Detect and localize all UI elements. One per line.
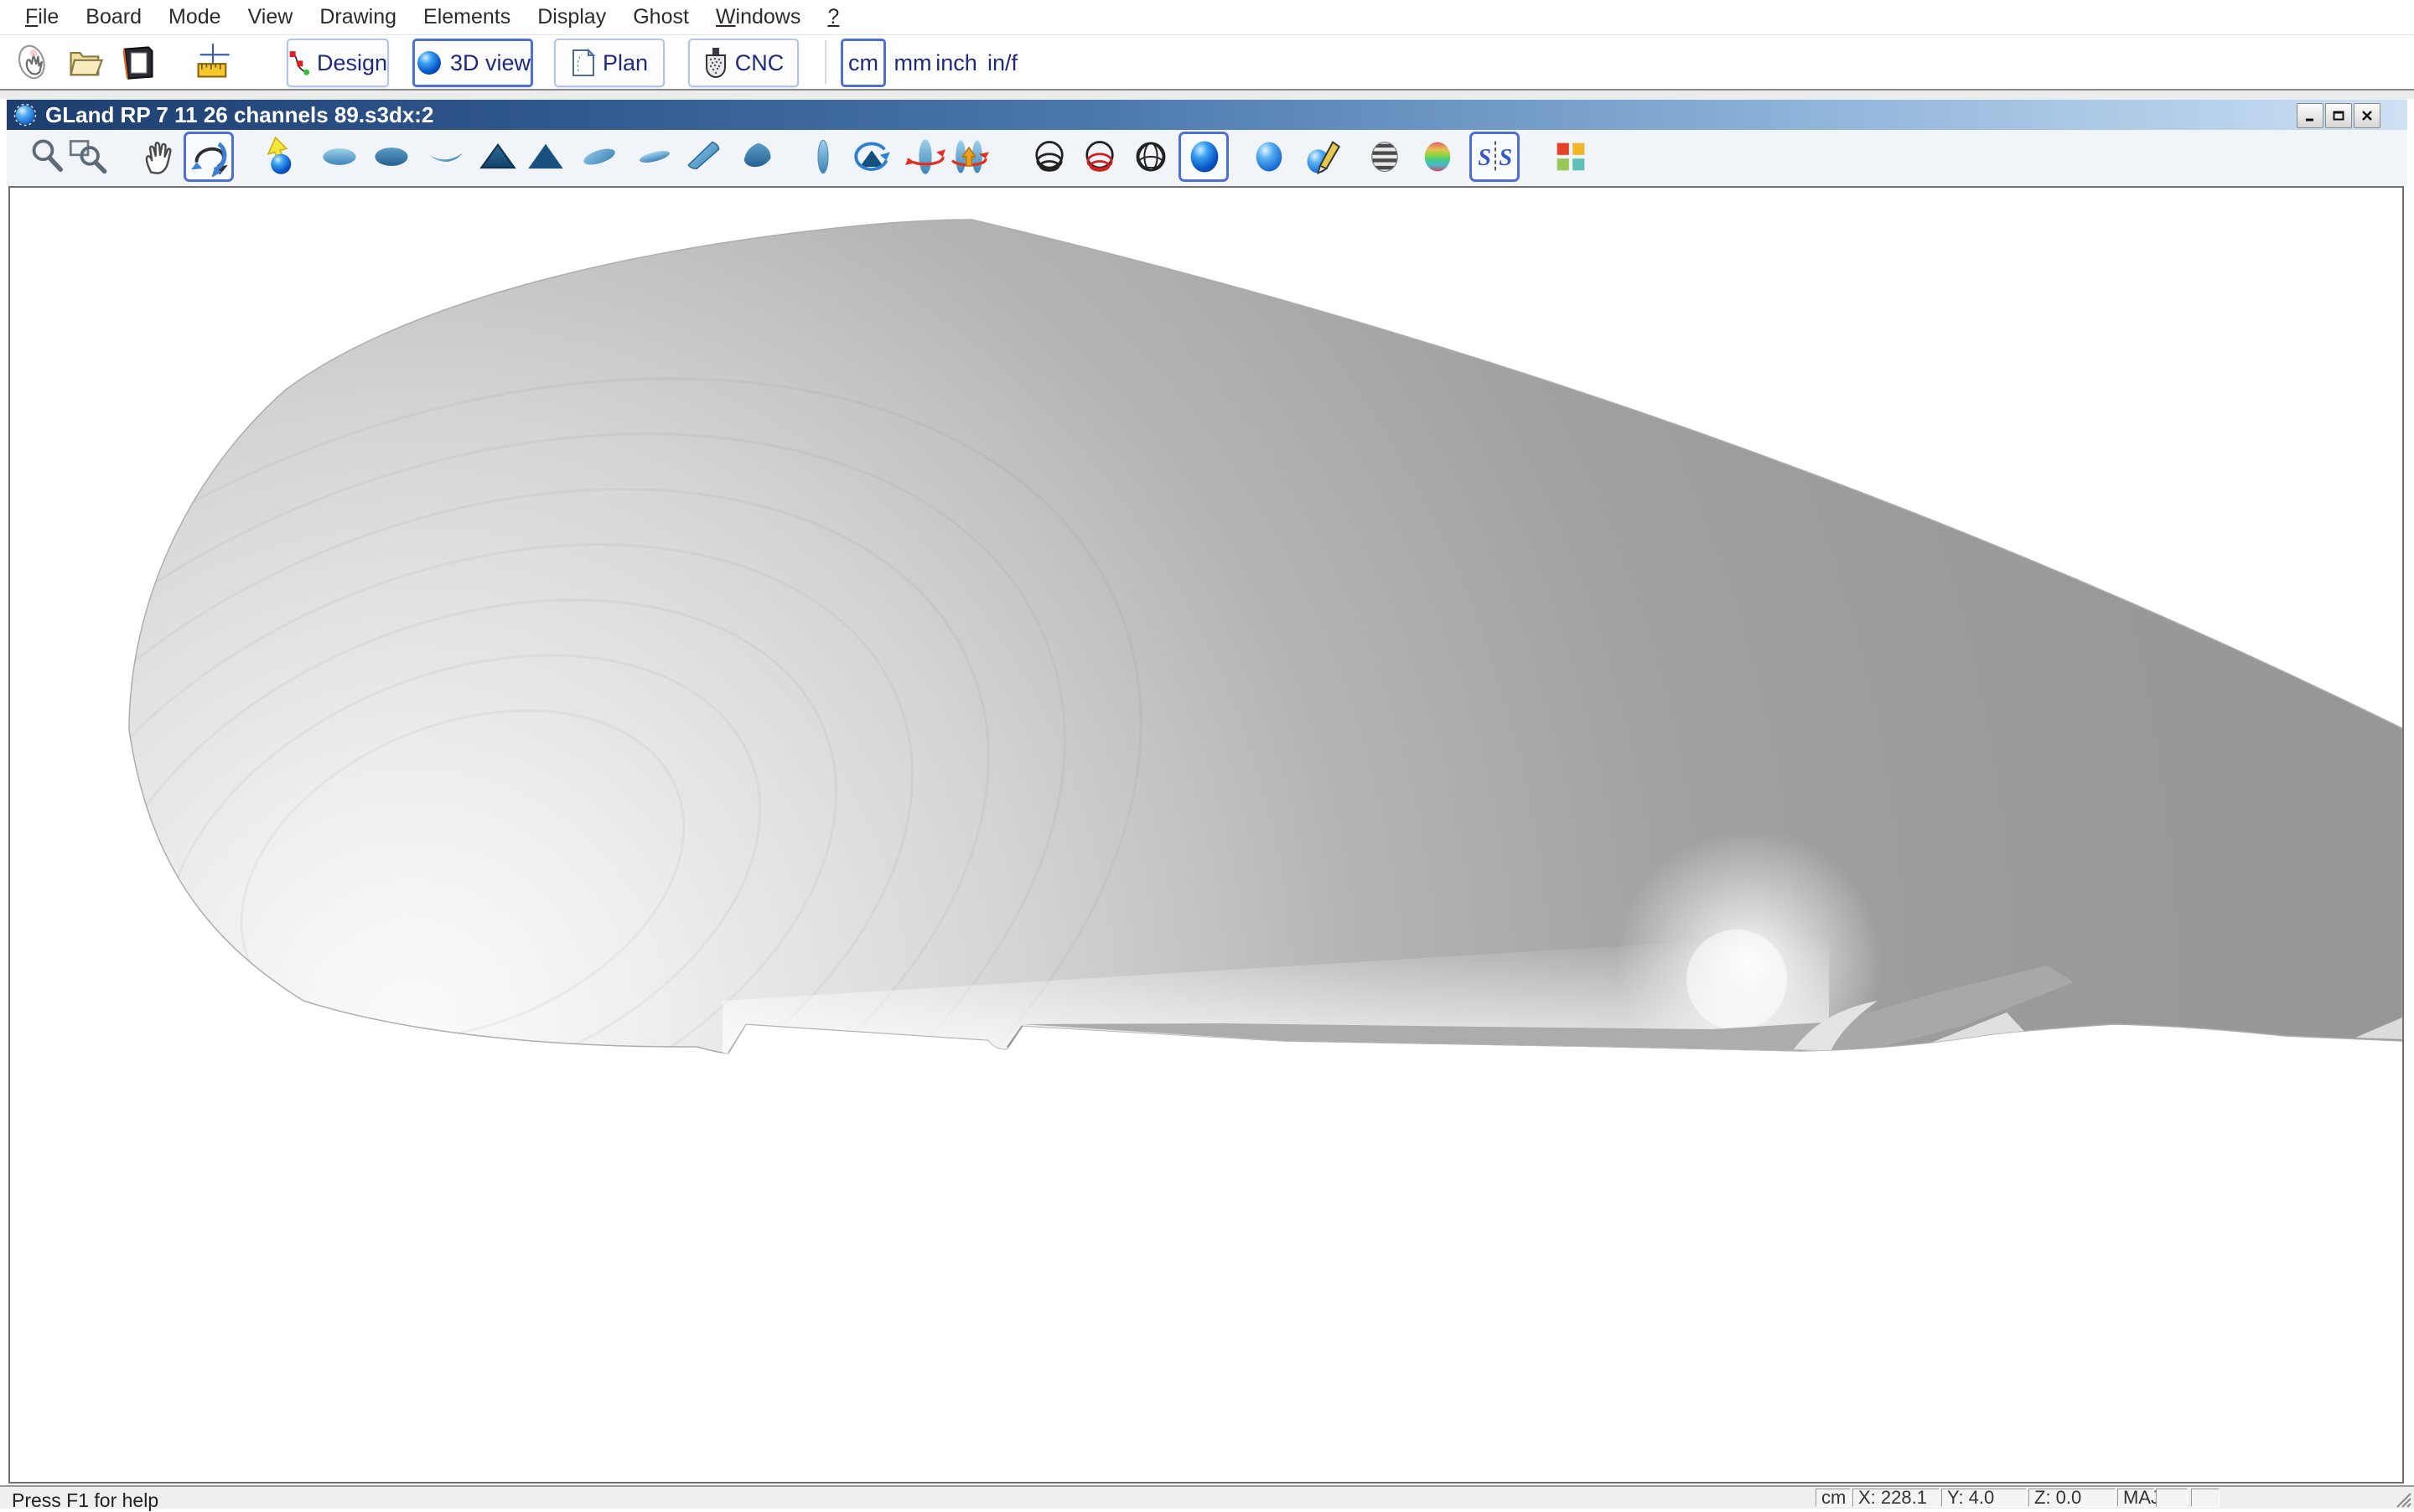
render-stripes-icon[interactable]: [1365, 137, 1405, 177]
view-bottom-icon[interactable]: [371, 137, 412, 177]
open-icon[interactable]: [65, 42, 106, 82]
unit-cm-label: cm: [848, 50, 878, 76]
view-toolbar: SS: [7, 130, 2407, 186]
window-frame: [0, 91, 2414, 99]
view-nose-icon[interactable]: [478, 137, 518, 177]
menu-bar: FileBoardModeViewDrawingElementsDisplayG…: [0, 0, 2414, 35]
board-silhouette: [129, 220, 2402, 1054]
view-bottom-curve-icon[interactable]: [426, 137, 466, 177]
menu-ghost[interactable]: Ghost: [619, 5, 702, 29]
menu-mode[interactable]: Mode: [155, 5, 235, 29]
status-empty-1: [2156, 1489, 2188, 1507]
status-empty-2: [2191, 1489, 2220, 1507]
svg-text:S: S: [1499, 145, 1512, 171]
close-icon: [2360, 109, 2374, 122]
save-icon[interactable]: [117, 42, 158, 82]
view-deck-icon[interactable]: [319, 137, 360, 177]
status-caps-indicator: MAJ: [2117, 1489, 2154, 1507]
close-button[interactable]: [2354, 103, 2380, 128]
maximize-icon: [2332, 109, 2345, 122]
design-icon: [288, 49, 310, 77]
view-perspective-4-icon[interactable]: [737, 137, 777, 177]
design-label: Design: [317, 50, 387, 76]
pick-render-icon[interactable]: [258, 137, 298, 177]
render-smooth-icon[interactable]: [1249, 137, 1289, 177]
status-y-coordinate: Y: 4.0: [1941, 1489, 2027, 1507]
document-icon: [13, 103, 37, 127]
cnc-label: CNC: [735, 50, 785, 76]
board-3d-render: [10, 188, 2402, 1482]
menu-elements[interactable]: Elements: [410, 5, 524, 29]
menu-display[interactable]: Display: [524, 5, 619, 29]
minimize-icon: [2303, 109, 2317, 122]
render-curvature-icon[interactable]: [1417, 137, 1458, 177]
cnc-icon: [703, 47, 728, 79]
view-perspective-1-icon[interactable]: [579, 137, 619, 177]
3d-viewport[interactable]: [8, 186, 2404, 1484]
cnc-mode-button[interactable]: CNC: [688, 39, 799, 87]
3d-view-icon: [415, 49, 443, 77]
resize-grip[interactable]: [2394, 1490, 2412, 1509]
menu-file[interactable]: File: [12, 5, 72, 29]
document-title-bar[interactable]: GLand RP 7 11 26 channels 89.s3dx:2: [7, 99, 2407, 130]
menu-view[interactable]: View: [235, 5, 307, 29]
status-unit: cm: [1816, 1489, 1851, 1507]
3d-view-label: 3D view: [450, 50, 531, 76]
main-toolbar: Design 3D view Plan CNC cm mm inch in/f: [0, 35, 2414, 91]
menu-help[interactable]: ?: [814, 5, 852, 29]
status-x-coordinate: X: 228.1: [1852, 1489, 1940, 1507]
zoom-area-icon[interactable]: [68, 137, 108, 177]
plan-icon: [571, 48, 596, 78]
zoom-icon[interactable]: [28, 137, 69, 177]
view-perspective-2-icon[interactable]: [635, 137, 675, 177]
svg-text:S: S: [1478, 145, 1491, 171]
minimize-button[interactable]: [2297, 103, 2323, 128]
plan-mode-button[interactable]: Plan: [554, 39, 665, 87]
plan-label: Plan: [603, 50, 648, 76]
unit-inf-button[interactable]: in/f: [981, 39, 1024, 87]
view-tail-icon[interactable]: [526, 137, 566, 177]
status-bar: Press F1 for help cm X: 228.1 Y: 4.0 Z: …: [0, 1485, 2414, 1509]
render-panels-icon[interactable]: [1551, 137, 1591, 177]
unit-inch-button[interactable]: inch: [934, 39, 979, 87]
menu-windows[interactable]: Windows: [702, 5, 814, 29]
measure-icon[interactable]: [193, 42, 233, 82]
render-wireframe-icon[interactable]: [1029, 137, 1070, 177]
maximize-button[interactable]: [2325, 103, 2352, 128]
unit-mm-label: mm: [894, 50, 932, 76]
design-mode-button[interactable]: Design: [287, 39, 389, 87]
unit-inf-label: in/f: [987, 50, 1018, 76]
render-shaded-icon[interactable]: [1184, 137, 1225, 177]
rotate-3d-icon[interactable]: [189, 137, 230, 177]
view-perspective-3-icon[interactable]: [684, 137, 724, 177]
spin-board-icon[interactable]: [905, 137, 945, 177]
unit-inch-label: inch: [935, 50, 977, 76]
render-design-icon[interactable]: [1302, 137, 1342, 177]
3d-view-mode-button[interactable]: 3D view: [412, 39, 533, 87]
render-mesh-icon[interactable]: [1131, 137, 1171, 177]
menu-board[interactable]: Board: [72, 5, 155, 29]
unit-mm-button[interactable]: mm: [894, 39, 932, 87]
toolbar-separator: [825, 40, 826, 84]
rotate-view-icon[interactable]: [852, 137, 892, 177]
flip-board-icon[interactable]: [949, 137, 989, 177]
new-file-icon[interactable]: [13, 42, 54, 82]
symmetry-icon[interactable]: SS: [1475, 137, 1515, 177]
menu-drawing[interactable]: Drawing: [306, 5, 410, 29]
document-title: GLand RP 7 11 26 channels 89.s3dx:2: [45, 102, 433, 128]
pan-hand-icon[interactable]: [139, 137, 179, 177]
unit-cm-button[interactable]: cm: [841, 39, 886, 87]
status-z-coordinate: Z: 0.0: [2028, 1489, 2116, 1507]
render-wireframe-slices-icon[interactable]: [1080, 137, 1120, 177]
view-side-outline-icon[interactable]: [803, 137, 843, 177]
